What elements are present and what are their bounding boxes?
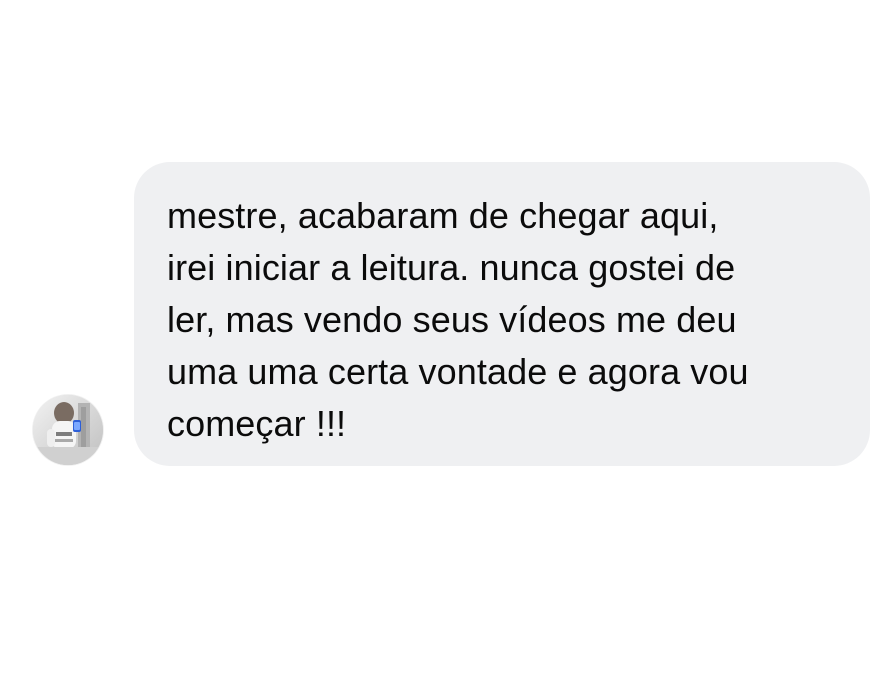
- message-line: uma uma certa vontade e agora vou: [167, 351, 749, 392]
- avatar[interactable]: [33, 395, 103, 465]
- chat-area: mestre, acabaram de chegar aqui, irei in…: [0, 0, 889, 684]
- message-line: mestre, acabaram de chegar aqui,: [167, 195, 719, 236]
- profile-photo-icon: [33, 395, 103, 465]
- message-line: irei iniciar a leitura. nunca gostei de: [167, 247, 736, 288]
- message-text: mestre, acabaram de chegar aqui, irei in…: [167, 190, 840, 450]
- message-bubble[interactable]: mestre, acabaram de chegar aqui, irei in…: [134, 162, 870, 466]
- message-line: ler, mas vendo seus vídeos me deu: [167, 299, 737, 340]
- message-line: começar !!!: [167, 403, 347, 444]
